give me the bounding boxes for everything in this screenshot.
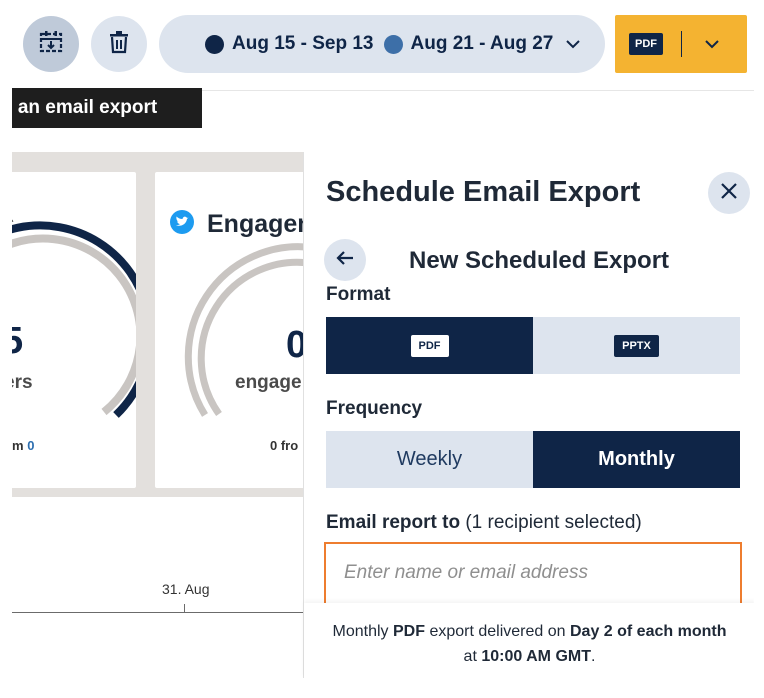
tooltip-text: e an email export [12,97,158,118]
date-range-selector[interactable]: Aug 15 - Sep 13 Aug 21 - Aug 27 [159,15,605,73]
chevron-down-icon [565,39,581,49]
metric-value: 5 [12,320,24,362]
panel-subtitle: New Scheduled Export [409,247,670,274]
app-frame: Aug 15 - Sep 13 Aug 21 - Aug 27 PDF e an… [12,0,754,678]
email-label: Email report to (1 recipient selected) [326,512,642,534]
delete-button[interactable] [91,16,147,72]
metric-label: engage [235,372,302,393]
calendar-export-icon [38,29,64,60]
format-option-pdf[interactable]: PDF [326,317,533,374]
back-button[interactable] [324,239,366,281]
schedule-export-panel: Schedule Email Export New Scheduled Expo… [303,152,754,678]
trash-icon [108,30,130,59]
frequency-option-weekly[interactable]: Weekly [326,431,533,488]
divider [681,31,682,57]
pptx-chip: PPTX [614,334,659,357]
axis-tick [184,604,185,612]
chevron-down-icon[interactable] [704,39,720,49]
close-button[interactable] [708,172,750,214]
primary-range-label: Aug 15 - Sep 13 [232,33,374,54]
schedule-summary: Monthly PDF export delivered on Day 2 of… [304,603,754,678]
export-button[interactable]: PDF [615,15,747,73]
metric-label: ers [12,372,33,393]
panel-title: Schedule Email Export [326,176,641,208]
pdf-chip: PDF [410,334,449,357]
compare-range-label: Aug 21 - Aug 27 [410,33,554,54]
pdf-format-chip: PDF [629,33,663,55]
format-toggle: PDF PPTX [326,317,740,374]
email-input[interactable] [342,544,726,602]
frequency-label: Frequency [326,398,423,419]
metric-footer: m 0 [12,438,35,453]
frequency-option-monthly[interactable]: Monthly [533,431,740,488]
format-label: Format [326,284,391,305]
recipient-count: (1 recipient selected) [465,512,642,533]
format-option-pptx[interactable]: PPTX [533,317,740,374]
email-label-text: Email report to [326,512,461,533]
primary-range-dot [205,34,224,54]
email-field[interactable] [324,542,742,604]
arrow-left-icon [335,250,355,271]
metric-footer: 0 fro [270,438,299,453]
compare-range-dot [383,34,403,54]
metric-card: s 5 ers m 0 [12,172,136,488]
x-axis [12,612,312,613]
tooltip: e an email export [12,88,202,128]
axis-tick-label: 31. Aug [162,581,210,597]
close-icon [720,182,738,205]
frequency-toggle: Weekly Monthly [326,431,740,488]
top-toolbar: Aug 15 - Sep 13 Aug 21 - Aug 27 PDF [12,0,754,91]
schedule-export-button[interactable] [23,16,79,72]
